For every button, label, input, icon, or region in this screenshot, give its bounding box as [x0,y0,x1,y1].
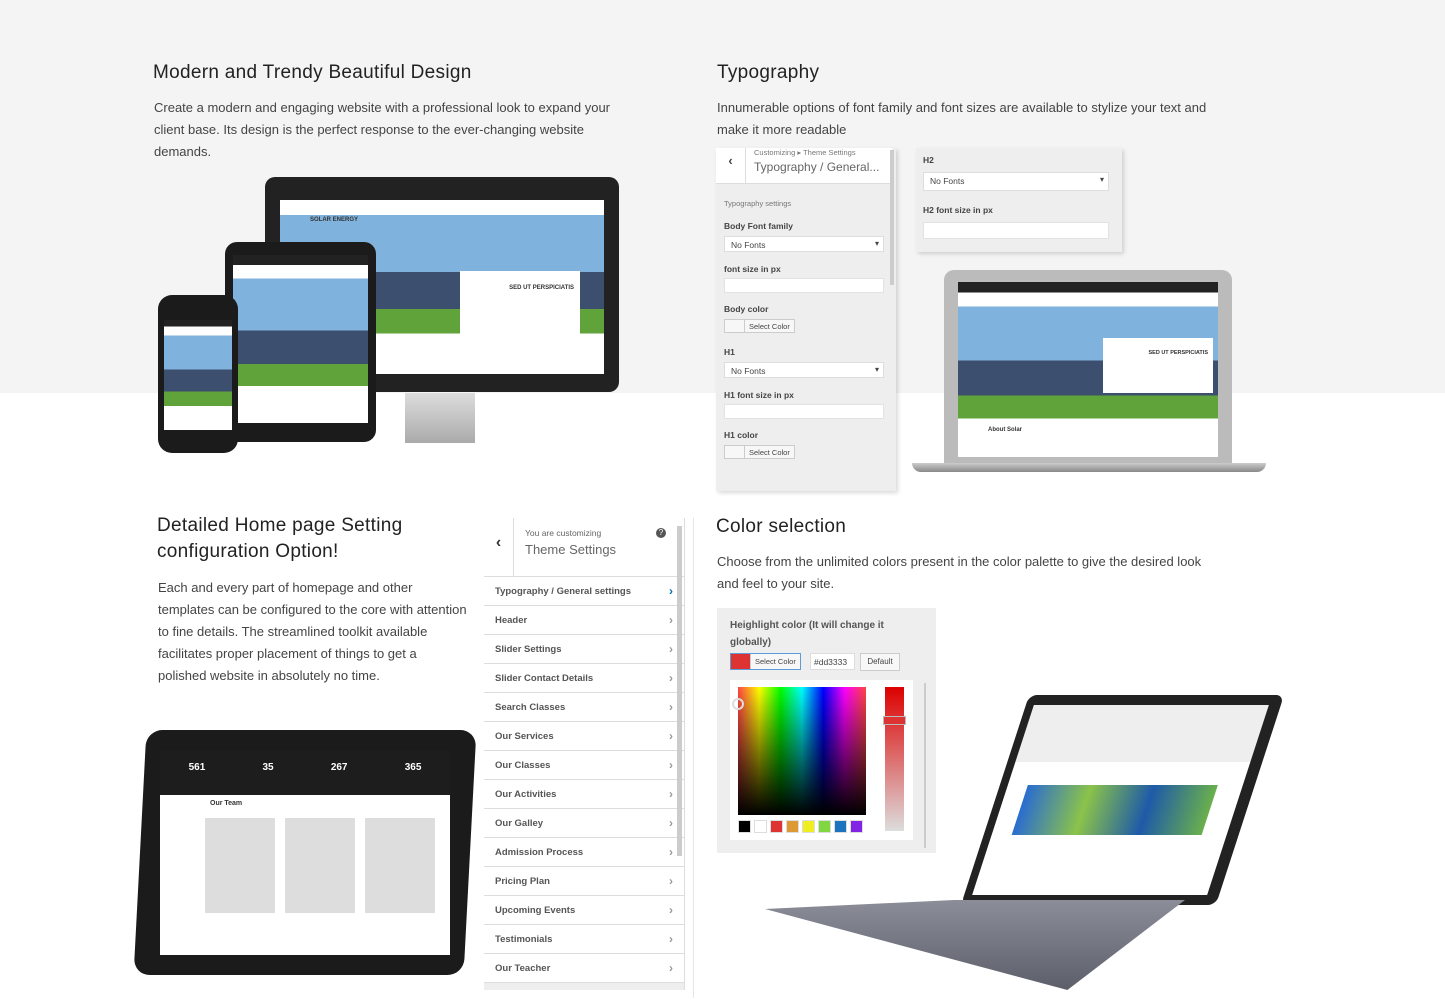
scrollbar[interactable] [890,150,894,285]
customizer-item[interactable]: Search Classes › [484,693,684,722]
field-label: H1 [724,347,735,357]
stat: 561 [188,762,206,773]
team-heading: Our Team [210,800,243,807]
item-label: Our Activities [495,788,557,800]
item-label: Our Teacher [495,962,551,974]
item-label: Our Services [495,730,554,742]
body-color-button[interactable]: Select Color [724,319,795,333]
back-button[interactable]: ‹ [716,148,746,184]
chevron-right-icon: › [669,787,673,801]
h2-size-input[interactable] [923,222,1109,239]
item-label: Admission Process [495,846,584,858]
typography-panel: ‹ Customizing ▸ Theme Settings Typograph… [716,148,896,491]
section-text: Create a modern and engaging website wit… [154,100,611,159]
scrollbar[interactable] [677,526,682,856]
chevron-right-icon: › [669,613,673,627]
stat: 365 [404,762,422,773]
laptop-mockup: SED UT PERSPICIATIS About Solar [912,270,1266,475]
body-font-select[interactable]: No Fonts [724,236,884,252]
item-label: Pricing Plan [495,875,550,887]
item-label: Our Galley [495,817,544,829]
chevron-right-icon: › [669,932,673,946]
slide-title: SED UT PERSPICIATIS [460,271,580,341]
color-swatch[interactable] [738,820,751,833]
customizer-item[interactable]: Testimonials › [484,925,684,954]
font-size-input[interactable] [724,278,884,293]
customizer-item[interactable]: Header › [484,606,684,635]
section-text: Choose from the unlimited colors present… [717,554,1202,591]
group-label: Typography settings [724,199,792,208]
divider [693,518,694,998]
about-heading: About Solar [988,427,1022,433]
item-label: Typography / General settings [495,585,632,597]
section-title: Detailed Home page Setting configuration… [157,515,403,562]
brand-logo: SOLAR ENERGY [310,217,359,223]
section-title: Modern and Trendy Beautiful Design [153,62,472,83]
item-label: Slider Contact Details [495,672,594,684]
item-label: Slider Settings [495,643,562,655]
field-label: font size in px [724,264,781,274]
chevron-right-icon: › [669,961,673,975]
item-label: Our Classes [495,759,551,771]
customizer-item[interactable]: Admission Process › [484,838,684,867]
chevron-right-icon: › [669,584,673,598]
section-text: Each and every part of homepage and othe… [158,580,467,683]
customizer-item[interactable]: Slider Contact Details › [484,664,684,693]
back-button[interactable]: ‹ [484,518,514,577]
slide-title: SED UT PERSPICIATIS [1103,338,1213,393]
chevron-right-icon: › [669,816,673,830]
h1-size-input[interactable] [724,404,884,419]
breadcrumb: Customizing ▸ Theme Settings [754,148,856,157]
chevron-right-icon: › [669,874,673,888]
customizer-item[interactable]: Pricing Plan › [484,867,684,896]
item-label: Testimonials [495,933,553,945]
field-label: H2 [923,155,934,165]
customizer-item[interactable]: Our Teacher › [484,954,684,983]
help-icon[interactable]: ? [656,528,666,538]
chevron-right-icon: › [669,845,673,859]
customizer-item[interactable]: Upcoming Events › [484,896,684,925]
select-color-button[interactable]: Select Color [730,653,801,670]
chevron-right-icon: › [669,671,673,685]
h1-font-select[interactable]: No Fonts [724,362,884,378]
chevron-right-icon: › [669,903,673,917]
chevron-right-icon: › [669,700,673,714]
hex-input[interactable]: #dd3333 [810,653,855,670]
section-title: Color selection [716,516,847,537]
laptop-mockup-angled [765,695,1285,995]
customizer-item[interactable]: Our Galley › [484,809,684,838]
customizer-item[interactable]: Our Classes › [484,751,684,780]
field-label: Heighlight color (It will change it glob… [730,620,884,648]
field-label: H2 font size in px [923,205,993,215]
chevron-right-icon: › [669,729,673,743]
chevron-right-icon: › [669,642,673,656]
field-label: Body Font family [724,221,793,231]
panel-title: Typography / General... [754,160,880,174]
item-label: Upcoming Events [495,904,576,916]
section-title: Typography [717,62,820,83]
section-text: Innumerable options of font family and f… [717,100,1207,137]
tablet-mockup: 561 35 267 365 Our Team [133,730,477,975]
customizer-item[interactable]: Our Services › [484,722,684,751]
field-label: H1 font size in px [724,390,794,400]
item-label: Header [495,614,528,626]
default-button[interactable]: Default [860,653,900,671]
customizer-item[interactable]: Slider Settings › [484,635,684,664]
customizer-item[interactable]: Typography / General settings › [484,577,684,606]
customizer-panel: ‹ You are customizing Theme Settings ? T… [484,518,685,990]
color-cursor[interactable] [732,698,744,710]
stat: 267 [330,762,348,773]
devices-mockup: SED UT PERSPICIATIS SOLAR ENERGY [150,175,630,475]
customizer-title: Theme Settings [525,542,617,557]
field-label: H1 color [724,430,759,440]
item-label: Search Classes [495,701,566,713]
h2-panel: H2 No Fonts H2 font size in px [916,148,1122,252]
stat: 35 [262,762,274,773]
h2-font-select[interactable]: No Fonts [923,172,1109,191]
customizer-subtitle: You are customizing [525,528,602,538]
chevron-right-icon: › [669,758,673,772]
customizer-item[interactable]: Our Activities › [484,780,684,809]
field-label: Body color [724,304,769,314]
h1-color-button[interactable]: Select Color [724,445,795,459]
